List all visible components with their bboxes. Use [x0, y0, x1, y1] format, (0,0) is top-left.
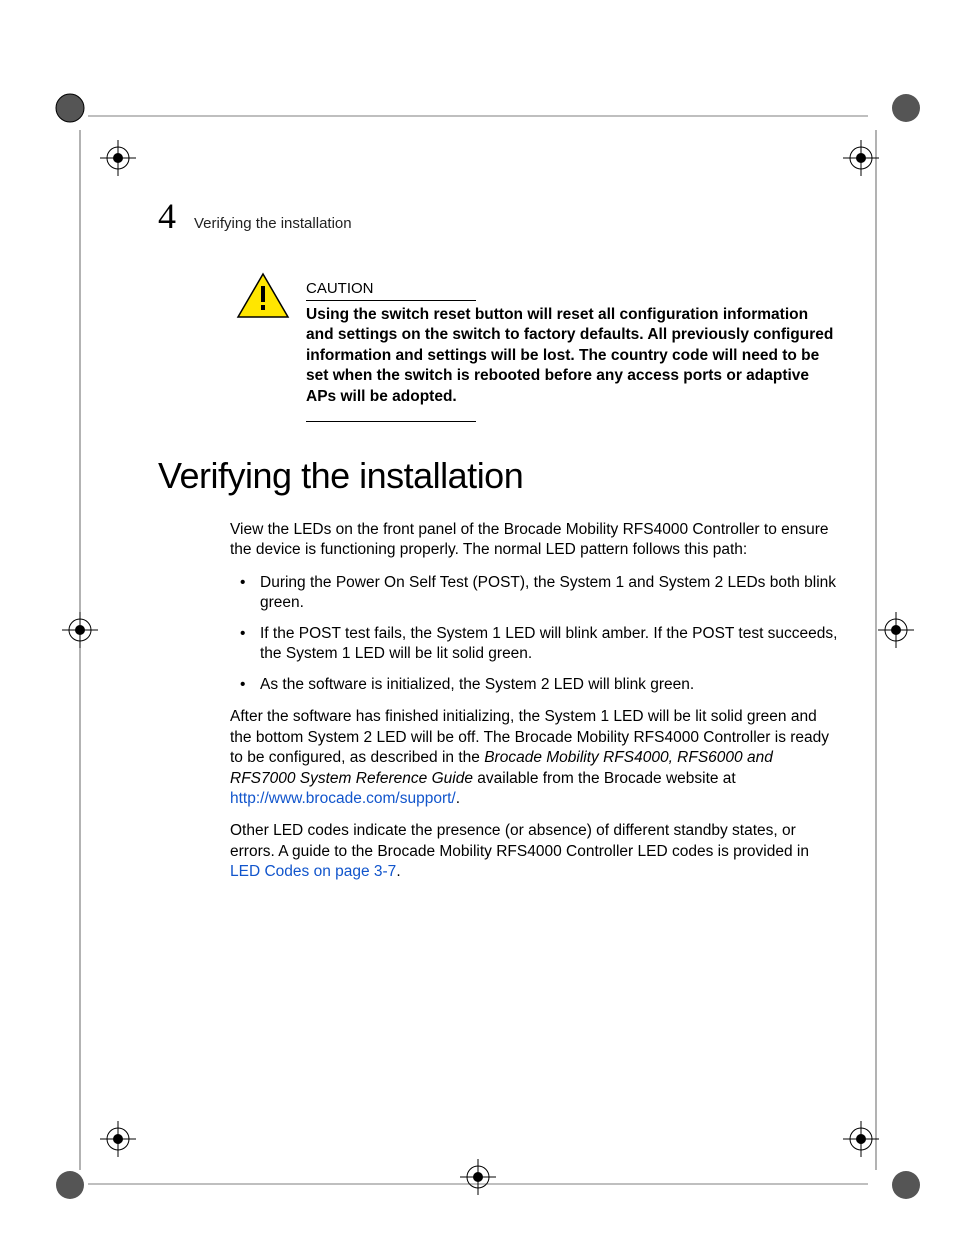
crossref-link[interactable]: LED Codes on page 3-7	[230, 863, 396, 880]
intro-paragraph: View the LEDs on the front panel of the …	[230, 520, 839, 561]
caution-block: CAUTION Using the switch reset button wi…	[236, 272, 839, 422]
registration-mark-icon	[843, 1121, 879, 1157]
warning-icon	[236, 272, 290, 320]
caution-text: Using the switch reset button will reset…	[306, 305, 839, 407]
list-item: If the POST test fails, the System 1 LED…	[254, 624, 839, 665]
caution-body: CAUTION Using the switch reset button wi…	[306, 272, 839, 422]
after-paragraph: After the software has finished initiali…	[230, 707, 839, 809]
other-paragraph: Other LED codes indicate the presence (o…	[230, 821, 839, 882]
registration-mark-icon	[100, 1121, 136, 1157]
registration-mark-icon	[460, 1159, 496, 1195]
text: .	[456, 790, 460, 807]
text: .	[396, 863, 400, 880]
registration-mark-icon	[100, 140, 136, 176]
running-head-text: Verifying the installation	[194, 215, 352, 232]
page: 4 Verifying the installation CAUTION Usi…	[0, 0, 954, 1235]
section-heading: Verifying the installation	[158, 455, 523, 497]
registration-mark-icon	[878, 612, 914, 648]
registration-mark-icon	[52, 1167, 88, 1203]
bullet-list: During the Power On Self Test (POST), th…	[230, 573, 839, 695]
text: available from the Brocade website at	[473, 770, 736, 787]
registration-mark-icon	[843, 140, 879, 176]
running-head: 4 Verifying the installation	[158, 195, 352, 237]
registration-mark-icon	[52, 90, 88, 126]
text: Other LED codes indicate the presence (o…	[230, 822, 809, 859]
registration-mark-icon	[888, 1167, 924, 1203]
registration-mark-icon	[62, 612, 98, 648]
list-item: During the Power On Self Test (POST), th…	[254, 573, 839, 614]
caution-label: CAUTION	[306, 280, 476, 301]
chapter-number: 4	[158, 195, 176, 237]
registration-mark-icon	[888, 90, 924, 126]
body-text: View the LEDs on the front panel of the …	[230, 520, 839, 895]
caution-rule	[306, 421, 476, 422]
support-link[interactable]: http://www.brocade.com/support/	[230, 790, 456, 807]
list-item: As the software is initialized, the Syst…	[254, 675, 839, 695]
